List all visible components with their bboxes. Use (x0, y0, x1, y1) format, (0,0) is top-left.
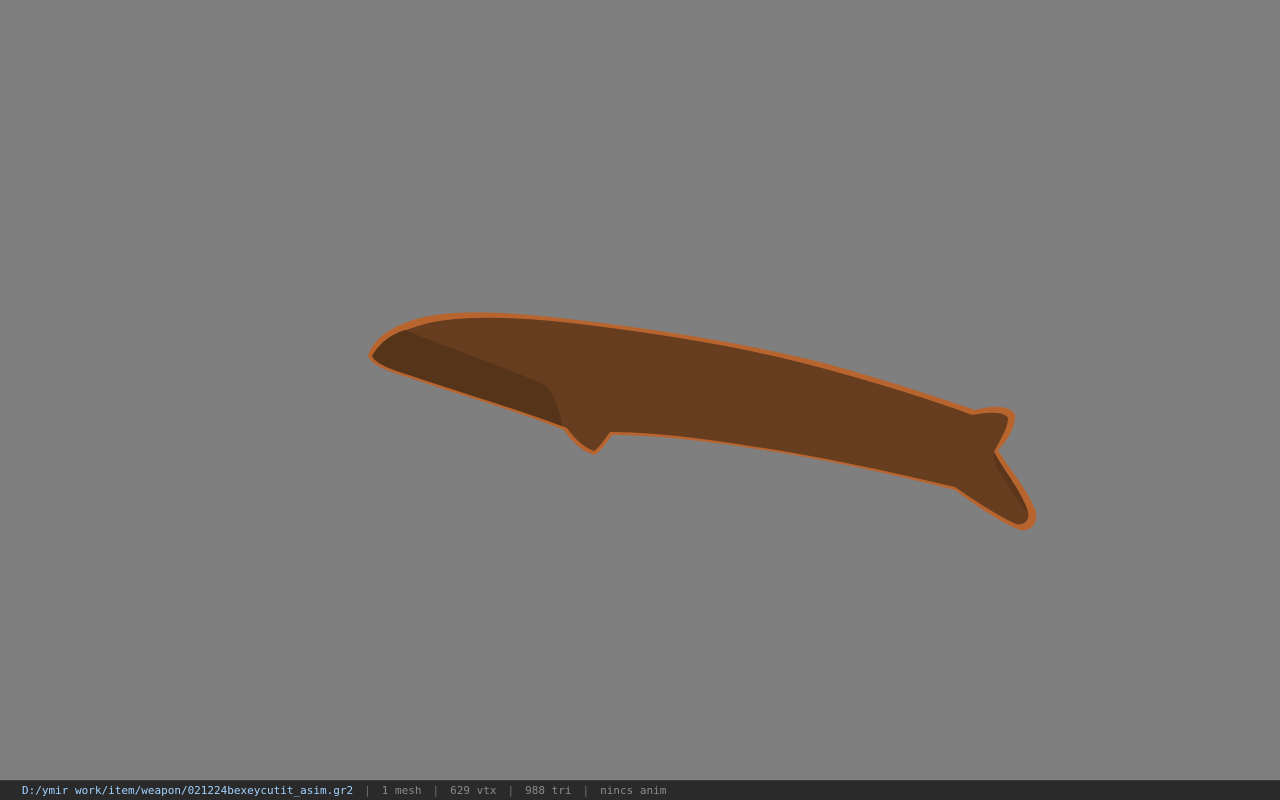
separator: | (364, 784, 371, 797)
mesh-count: 1 mesh (381, 784, 422, 797)
separator: | (507, 784, 515, 797)
model-render (368, 312, 1037, 531)
vertex-count: 629 vtx (450, 784, 497, 797)
blade-face (372, 317, 1029, 525)
animation-status: nincs anim (600, 784, 667, 797)
file-path: D:/ymir work/item/weapon/021224bexeycuti… (22, 784, 354, 797)
triangle-count: 988 tri (525, 784, 572, 797)
separator: | (582, 784, 590, 797)
3d-viewport[interactable] (0, 0, 1280, 780)
status-bar: D:/ymir work/item/weapon/021224bexeycuti… (0, 780, 1280, 800)
separator: | (432, 784, 440, 797)
